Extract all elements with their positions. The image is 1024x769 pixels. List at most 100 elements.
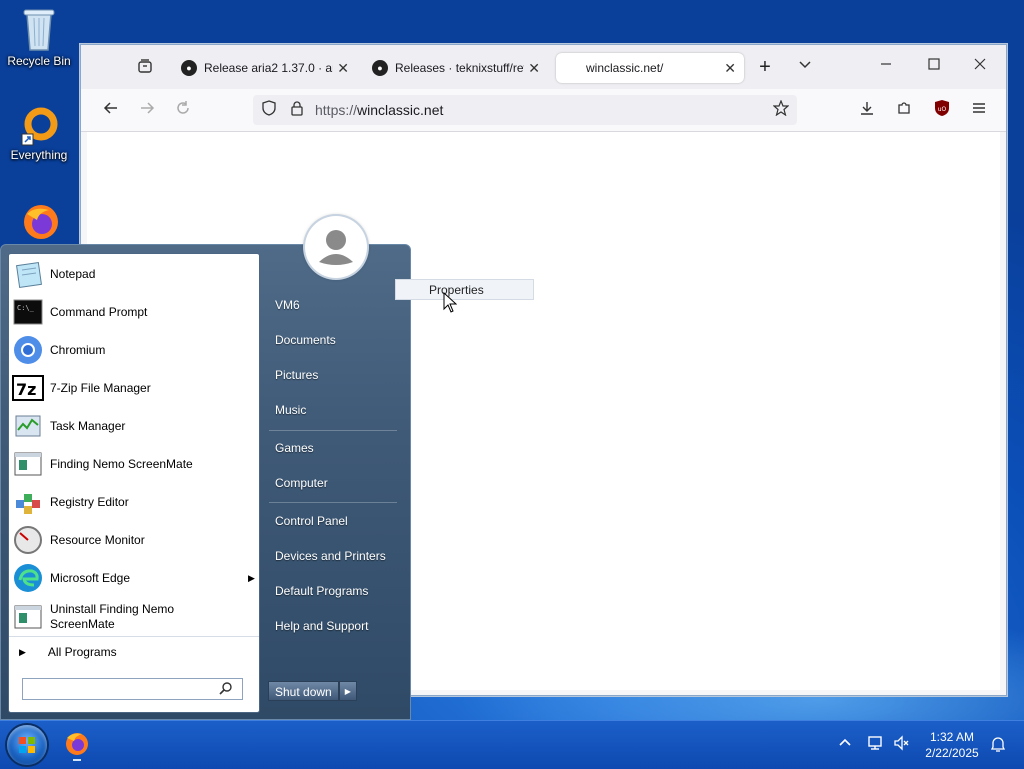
desktop-icon-label: Recycle Bin <box>7 54 71 68</box>
start-item-label: 7-Zip File Manager <box>50 381 151 395</box>
7zip-icon: 7z <box>12 372 44 404</box>
start-item-label: Finding Nemo ScreenMate <box>50 457 193 471</box>
user-avatar[interactable] <box>305 216 367 278</box>
desktop-icon-recycle-bin[interactable]: Recycle Bin <box>1 6 77 68</box>
start-search-input[interactable] <box>26 680 210 700</box>
tab-winclassic[interactable]: winclassic.net/ ✕ <box>556 53 744 83</box>
start-item-label: Registry Editor <box>50 495 129 509</box>
all-programs-button[interactable]: ▶ All Programs <box>9 636 259 667</box>
start-link-computer[interactable]: Computer <box>275 476 328 490</box>
url-host: winclassic.net <box>357 102 444 118</box>
task-manager-icon <box>12 410 44 442</box>
show-hidden-icons-chevron-up-icon[interactable] <box>836 735 854 755</box>
start-menu-programs-pane: Notepad C:\_ Command Prompt Chromium 7z … <box>8 253 260 713</box>
desktop-icon-everything[interactable]: Everything <box>1 106 77 162</box>
tab-title: winclassic.net/ <box>586 61 664 75</box>
start-item-uninstall-finding-nemo[interactable]: Uninstall Finding Nemo ScreenMate <box>12 598 256 636</box>
maximize-icon[interactable] <box>924 57 944 77</box>
tab-title: Releases · teknixstuff/reve <box>395 61 525 75</box>
start-item-chromium[interactable]: Chromium <box>12 332 256 368</box>
recycle-bin-icon <box>19 6 59 51</box>
tab-teknixstuff-releases[interactable]: ● Releases · teknixstuff/reve ✕ <box>364 53 548 83</box>
start-link-help-support[interactable]: Help and Support <box>275 619 368 633</box>
url-text[interactable]: https://winclassic.net <box>315 102 443 118</box>
start-item-label: Chromium <box>50 343 106 357</box>
start-item-command-prompt[interactable]: C:\_ Command Prompt <box>12 294 256 330</box>
start-item-microsoft-edge[interactable]: Microsoft Edge ▶ <box>12 560 256 596</box>
chromium-icon <box>12 334 44 366</box>
start-orb-button[interactable] <box>7 725 47 765</box>
clock-date: 2/22/2025 <box>925 746 979 760</box>
system-clock[interactable]: 1:32 AM 2/22/2025 <box>918 729 986 761</box>
start-link-devices-printers[interactable]: Devices and Printers <box>275 549 386 563</box>
start-menu-separator <box>269 502 397 503</box>
firefox-icon <box>66 733 88 755</box>
url-scheme: https:// <box>315 102 358 118</box>
desktop-icon-firefox[interactable] <box>1 202 77 244</box>
microsoft-edge-icon <box>12 562 44 594</box>
start-item-finding-nemo-screenmate[interactable]: Finding Nemo ScreenMate <box>12 446 256 482</box>
github-icon: ● <box>181 60 197 76</box>
start-link-control-panel[interactable]: Control Panel <box>275 514 348 528</box>
shutdown-button[interactable]: Shut down <box>268 681 339 701</box>
all-programs-label: All Programs <box>47 645 117 659</box>
right-arrow-icon: ▶ <box>19 646 26 657</box>
tab-aria2-release[interactable]: ● Release aria2 1.37.0 · aria2 ✕ <box>173 53 357 83</box>
taskbar-firefox-button[interactable] <box>62 729 92 761</box>
shield-icon[interactable] <box>259 100 279 122</box>
bookmark-star-icon[interactable] <box>771 99 791 122</box>
network-icon[interactable] <box>866 735 886 757</box>
tab-close-icon[interactable]: ✕ <box>724 60 736 77</box>
svg-text:C:\_: C:\_ <box>17 304 35 312</box>
start-menu: Notepad C:\_ Command Prompt Chromium 7z … <box>0 244 411 720</box>
start-menu-separator <box>269 430 397 431</box>
back-arrow-icon[interactable] <box>101 100 121 122</box>
tab-title: Release aria2 1.37.0 · aria2 <box>204 61 333 75</box>
minimize-icon[interactable] <box>876 57 896 77</box>
close-window-icon[interactable] <box>970 57 990 77</box>
start-link-music[interactable]: Music <box>275 403 306 417</box>
tab-overview-icon[interactable] <box>135 58 155 80</box>
start-link-default-programs[interactable]: Default Programs <box>275 584 368 598</box>
tab-list-chevron-down-icon[interactable] <box>795 57 815 77</box>
start-item-label: Resource Monitor <box>50 533 145 547</box>
clock-time: 1:32 AM <box>929 730 975 744</box>
tab-close-icon[interactable]: ✕ <box>528 60 540 77</box>
start-item-notepad[interactable]: Notepad <box>12 256 256 292</box>
start-link-documents[interactable]: Documents <box>275 333 336 347</box>
start-item-label: Command Prompt <box>50 305 148 319</box>
start-item-task-manager[interactable]: Task Manager <box>12 408 256 444</box>
start-item-label: Notepad <box>50 267 96 281</box>
volume-muted-icon[interactable] <box>892 735 912 757</box>
windows-logo-icon <box>19 737 35 753</box>
downloads-icon[interactable] <box>857 100 877 122</box>
tab-close-icon[interactable]: ✕ <box>337 60 349 77</box>
notification-center-icon[interactable] <box>988 735 1008 759</box>
extensions-puzzle-icon[interactable] <box>894 100 914 122</box>
mouse-cursor-icon <box>443 291 458 317</box>
everything-icon <box>19 106 59 146</box>
start-item-registry-editor[interactable]: Registry Editor <box>12 484 256 520</box>
start-link-pictures[interactable]: Pictures <box>275 368 318 382</box>
resource-monitor-gauge-icon <box>12 524 44 556</box>
start-link-user[interactable]: VM6 <box>275 298 300 312</box>
submenu-arrow-icon[interactable]: ▶ <box>248 573 255 584</box>
start-item-7zip[interactable]: 7z 7-Zip File Manager <box>12 370 256 406</box>
start-item-label: Task Manager <box>50 419 126 433</box>
shutdown-control: Shut down ▶ <box>268 681 357 701</box>
tab-strip: ● Release aria2 1.37.0 · aria2 ✕ ● Relea… <box>81 45 1006 89</box>
search-icon[interactable] <box>219 681 233 698</box>
new-tab-icon[interactable]: + <box>755 57 775 77</box>
shutdown-options-arrow-icon[interactable]: ▶ <box>338 681 357 701</box>
lock-icon[interactable] <box>287 100 307 122</box>
hamburger-menu-icon[interactable] <box>969 100 989 122</box>
start-search-box[interactable] <box>22 678 243 700</box>
start-item-resource-monitor[interactable]: Resource Monitor <box>12 522 256 558</box>
svg-text:uO: uO <box>938 106 947 113</box>
reload-icon <box>173 100 193 122</box>
notepad-icon <box>12 258 44 290</box>
ublock-origin-icon[interactable]: uO <box>932 99 952 123</box>
address-bar[interactable]: https://winclassic.net <box>253 95 797 125</box>
start-link-games[interactable]: Games <box>275 441 314 455</box>
command-prompt-icon: C:\_ <box>12 296 44 328</box>
